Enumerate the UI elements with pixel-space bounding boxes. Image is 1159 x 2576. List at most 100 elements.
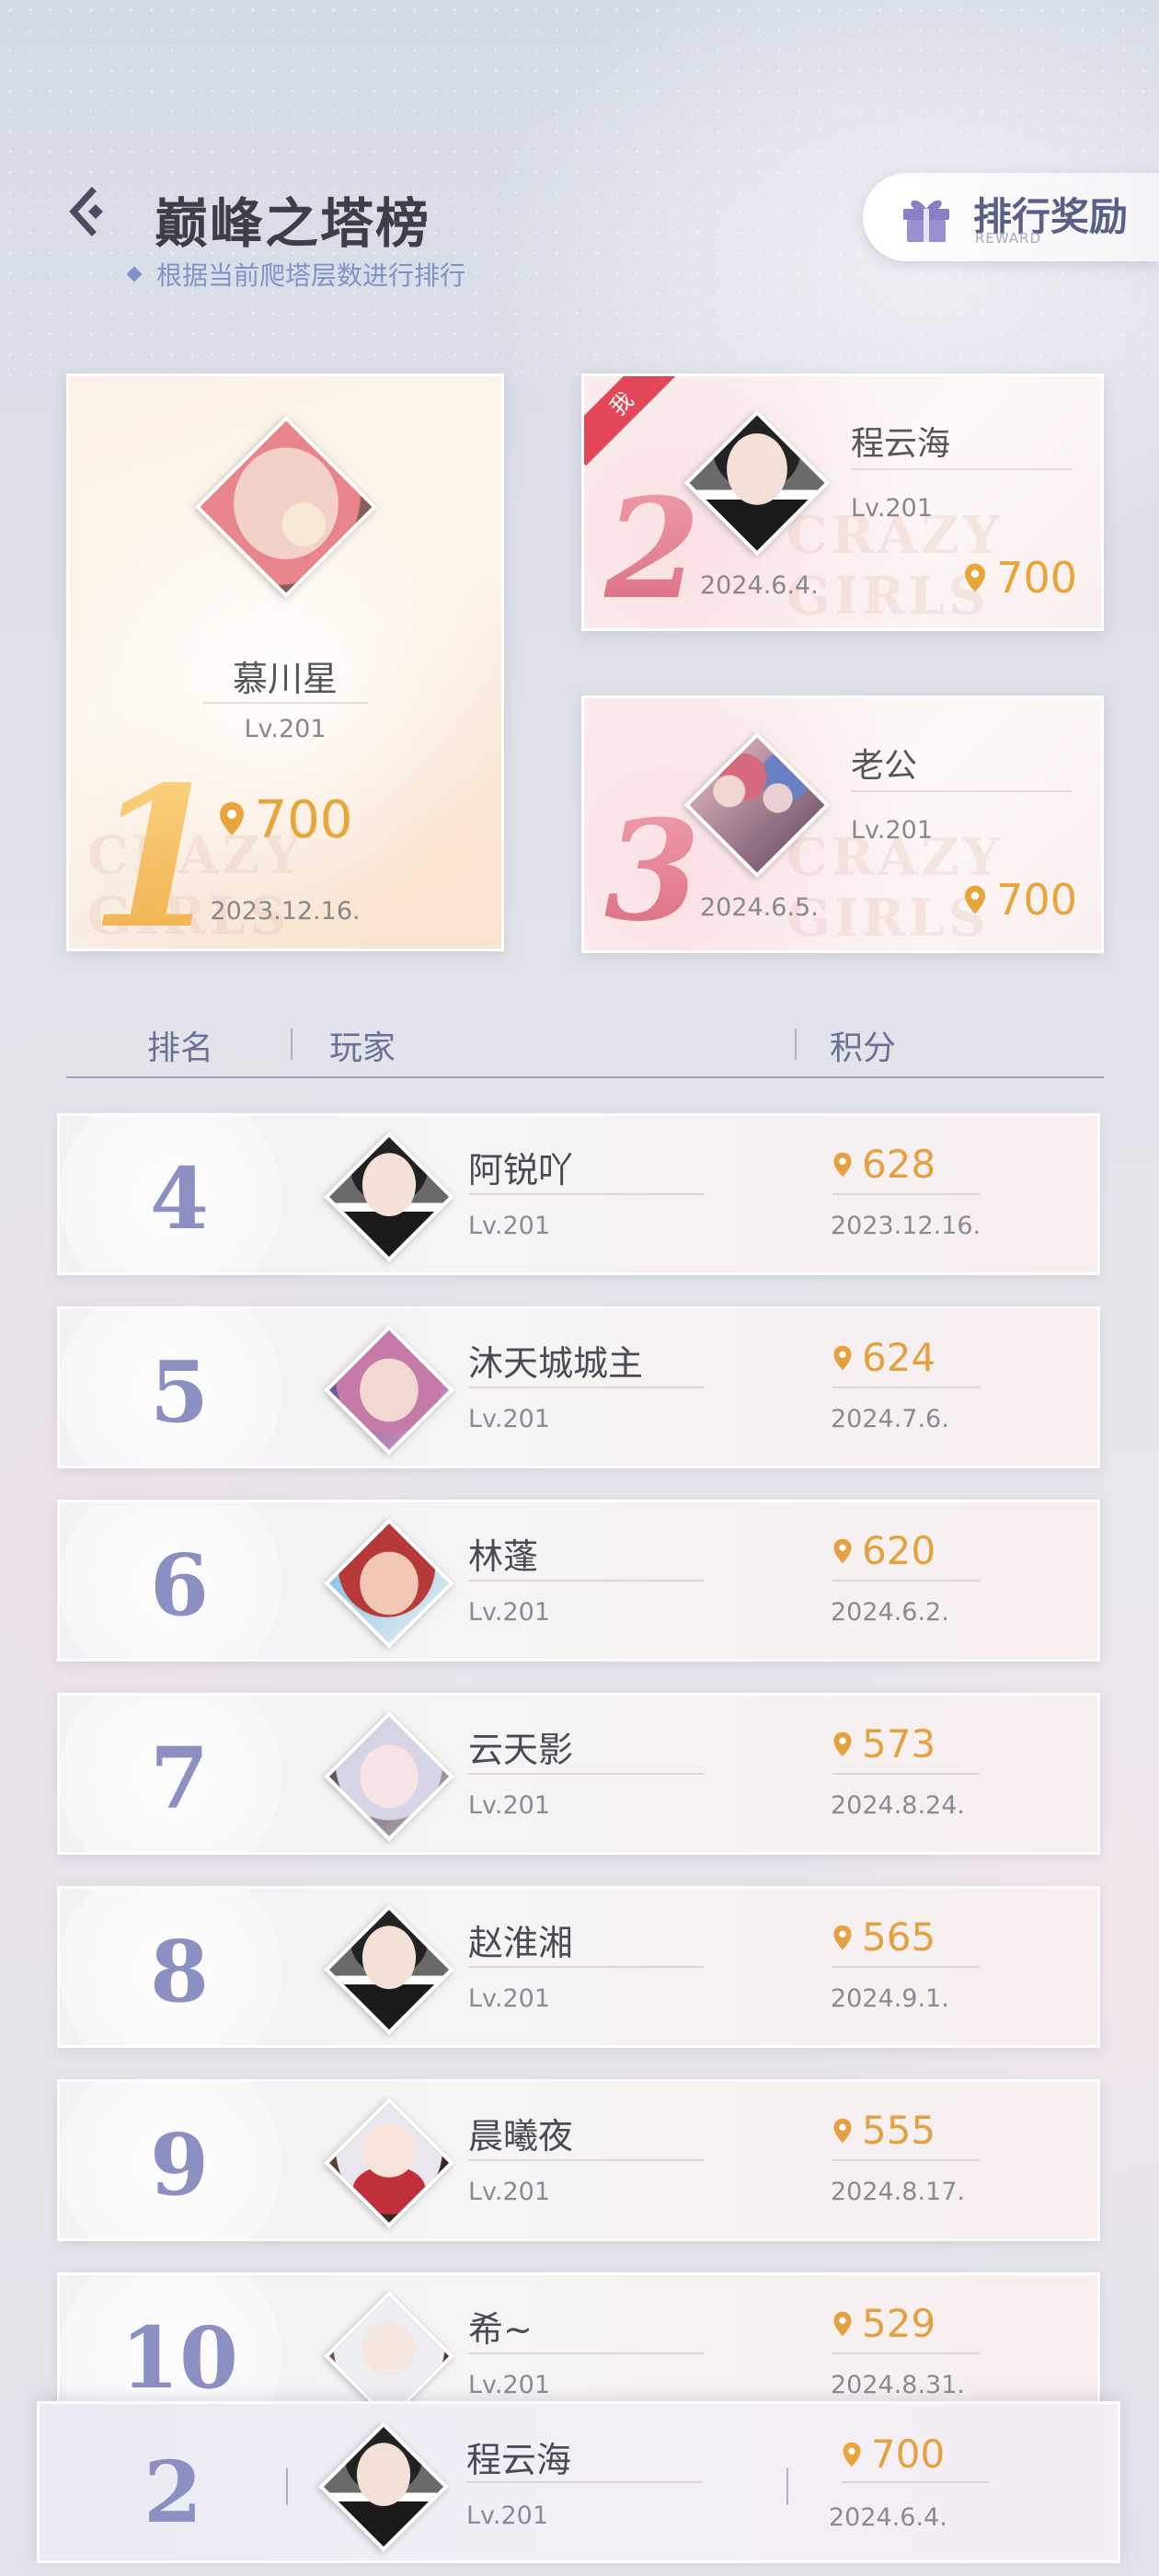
- player-name: 林蓬: [468, 1536, 539, 1577]
- column-header-player: 玩家: [329, 1029, 396, 1067]
- avatar[interactable]: [324, 1904, 454, 2035]
- reward-sublabel: REWARD: [975, 230, 1042, 247]
- divider: [468, 1966, 704, 1968]
- player-name: 沐天城城主: [468, 1343, 644, 1384]
- column-divider: [291, 1029, 293, 1060]
- avatar[interactable]: [318, 2421, 449, 2552]
- divider: [832, 1966, 980, 1968]
- location-pin-icon: [843, 2442, 861, 2467]
- rank-number: 6: [149, 1535, 209, 1635]
- divider: [832, 2159, 980, 2161]
- avatar[interactable]: [324, 1518, 454, 1649]
- divider: [468, 1386, 704, 1388]
- player-name: 云天影: [468, 1730, 574, 1770]
- column-divider: [786, 2468, 788, 2505]
- record-date: 2024.6.4.: [700, 571, 819, 600]
- player-level: Lv.201: [468, 1984, 551, 2013]
- player-score: 628: [832, 1142, 935, 1187]
- rank-number: 3: [604, 790, 701, 952]
- divider: [832, 1580, 980, 1581]
- column-header-score: 积分: [830, 1029, 897, 1067]
- table-row[interactable]: 7 云天影 Lv.201 573 2024.8.24.: [57, 1693, 1100, 1855]
- record-date: 2024.7.6.: [831, 1405, 949, 1433]
- subtitle-row: 根据当前爬塔层数进行排行: [126, 256, 466, 293]
- avatar[interactable]: [324, 1132, 454, 1262]
- player-score: 700: [69, 790, 501, 850]
- player-level: Lv.201: [466, 2501, 549, 2530]
- record-date: 2024.8.31.: [831, 2371, 965, 2399]
- player-level: Lv.201: [468, 1598, 551, 1627]
- page-title: 巅峰之塔榜: [155, 192, 431, 255]
- player-name: 阿锐吖: [468, 1150, 574, 1190]
- player-name: 晨曦夜: [468, 2116, 574, 2156]
- player-score: 620: [832, 1528, 935, 1573]
- player-score: 573: [832, 1721, 935, 1766]
- divider: [468, 2352, 704, 2354]
- record-date: 2023.12.16.: [831, 1212, 981, 1240]
- location-pin-icon: [833, 1538, 852, 1563]
- player-name: 赵淮湘: [468, 1923, 574, 1963]
- table-row[interactable]: 8 赵淮湘 Lv.201 565 2024.9.1.: [57, 1886, 1100, 2048]
- divider: [851, 468, 1072, 470]
- divider: [851, 790, 1072, 792]
- player-level: Lv.201: [468, 2371, 551, 2399]
- rank-number: 8: [149, 1922, 209, 2021]
- player-score: 529: [832, 2301, 935, 2346]
- player-level: Lv.201: [244, 715, 327, 743]
- record-date: 2024.8.24.: [831, 1791, 965, 1820]
- location-pin-icon: [833, 1152, 852, 1177]
- rank-number: 10: [120, 2308, 239, 2408]
- divider: [832, 1386, 980, 1388]
- player-level: Lv.201: [851, 816, 934, 845]
- rank-1-card[interactable]: CRAZY GIRLS 1 慕川星 Lv.201 700 2023.12.16.: [66, 374, 504, 951]
- player-score: 624: [832, 1335, 935, 1380]
- location-pin-icon: [833, 1925, 852, 1949]
- table-row[interactable]: 5 沐天城城主 Lv.201 624 2024.7.6.: [57, 1306, 1100, 1468]
- rank-3-card[interactable]: CRAZY GIRLS 3 老公 Lv.201 2024.6.5. 700: [581, 696, 1104, 953]
- table-row[interactable]: 6 林蓬 Lv.201 620 2024.6.2.: [57, 1500, 1100, 1662]
- table-row[interactable]: 9 晨曦夜 Lv.201 555 2024.8.17.: [57, 2079, 1100, 2241]
- player-name: 老公: [851, 747, 918, 785]
- location-pin-icon: [965, 563, 986, 592]
- page-subtitle: 根据当前爬塔层数进行排行: [156, 260, 466, 291]
- rank-number: 9: [149, 2115, 209, 2214]
- table-row[interactable]: 4 阿锐吖 Lv.201 628 2023.12.16.: [57, 1113, 1100, 1275]
- diamond-bullet-icon: [126, 266, 143, 282]
- gift-icon: [903, 200, 949, 242]
- rank-number: 2: [604, 468, 701, 630]
- record-date: 2024.9.1.: [831, 1984, 949, 2013]
- divider: [842, 2481, 989, 2483]
- avatar[interactable]: [324, 1711, 454, 1842]
- avatar[interactable]: [195, 416, 377, 598]
- location-pin-icon: [833, 2118, 852, 2143]
- record-date: 2024.6.4.: [829, 2503, 947, 2532]
- back-arrow-icon[interactable]: [61, 184, 116, 239]
- my-rank-row[interactable]: 2 程云海 Lv.201 700 2024.6.4.: [37, 2401, 1120, 2563]
- record-date: 2024.8.17.: [831, 2178, 965, 2206]
- rank-number: 4: [149, 1149, 209, 1248]
- player-score: 565: [832, 1915, 935, 1960]
- record-date: 2024.6.2.: [831, 1598, 949, 1627]
- avatar[interactable]: [324, 1325, 454, 1455]
- location-pin-icon: [965, 885, 986, 914]
- player-level: Lv.201: [468, 1212, 551, 1240]
- avatar[interactable]: [324, 2098, 454, 2228]
- column-divider: [286, 2468, 288, 2505]
- me-ribbon: 我: [584, 376, 684, 466]
- player-level: Lv.201: [468, 1791, 551, 1820]
- divider: [832, 1773, 980, 1775]
- divider: [832, 2352, 980, 2354]
- divider: [468, 1580, 704, 1581]
- player-level: Lv.201: [468, 1405, 551, 1433]
- record-date: 2024.6.5.: [700, 893, 819, 922]
- rank-number: 7: [149, 1729, 209, 1828]
- location-pin-icon: [833, 1345, 852, 1370]
- ranking-reward-button[interactable]: 排行奖励 REWARD: [863, 173, 1159, 261]
- location-pin-icon: [219, 802, 244, 835]
- player-score: 700: [963, 553, 1077, 603]
- divider: [466, 2481, 702, 2483]
- location-pin-icon: [833, 2311, 852, 2336]
- divider: [468, 2159, 704, 2161]
- rank-2-card[interactable]: CRAZY GIRLS 我 2 程云海 Lv.201 2024.6.4. 700: [581, 374, 1104, 631]
- player-name: 程云海: [466, 2440, 572, 2480]
